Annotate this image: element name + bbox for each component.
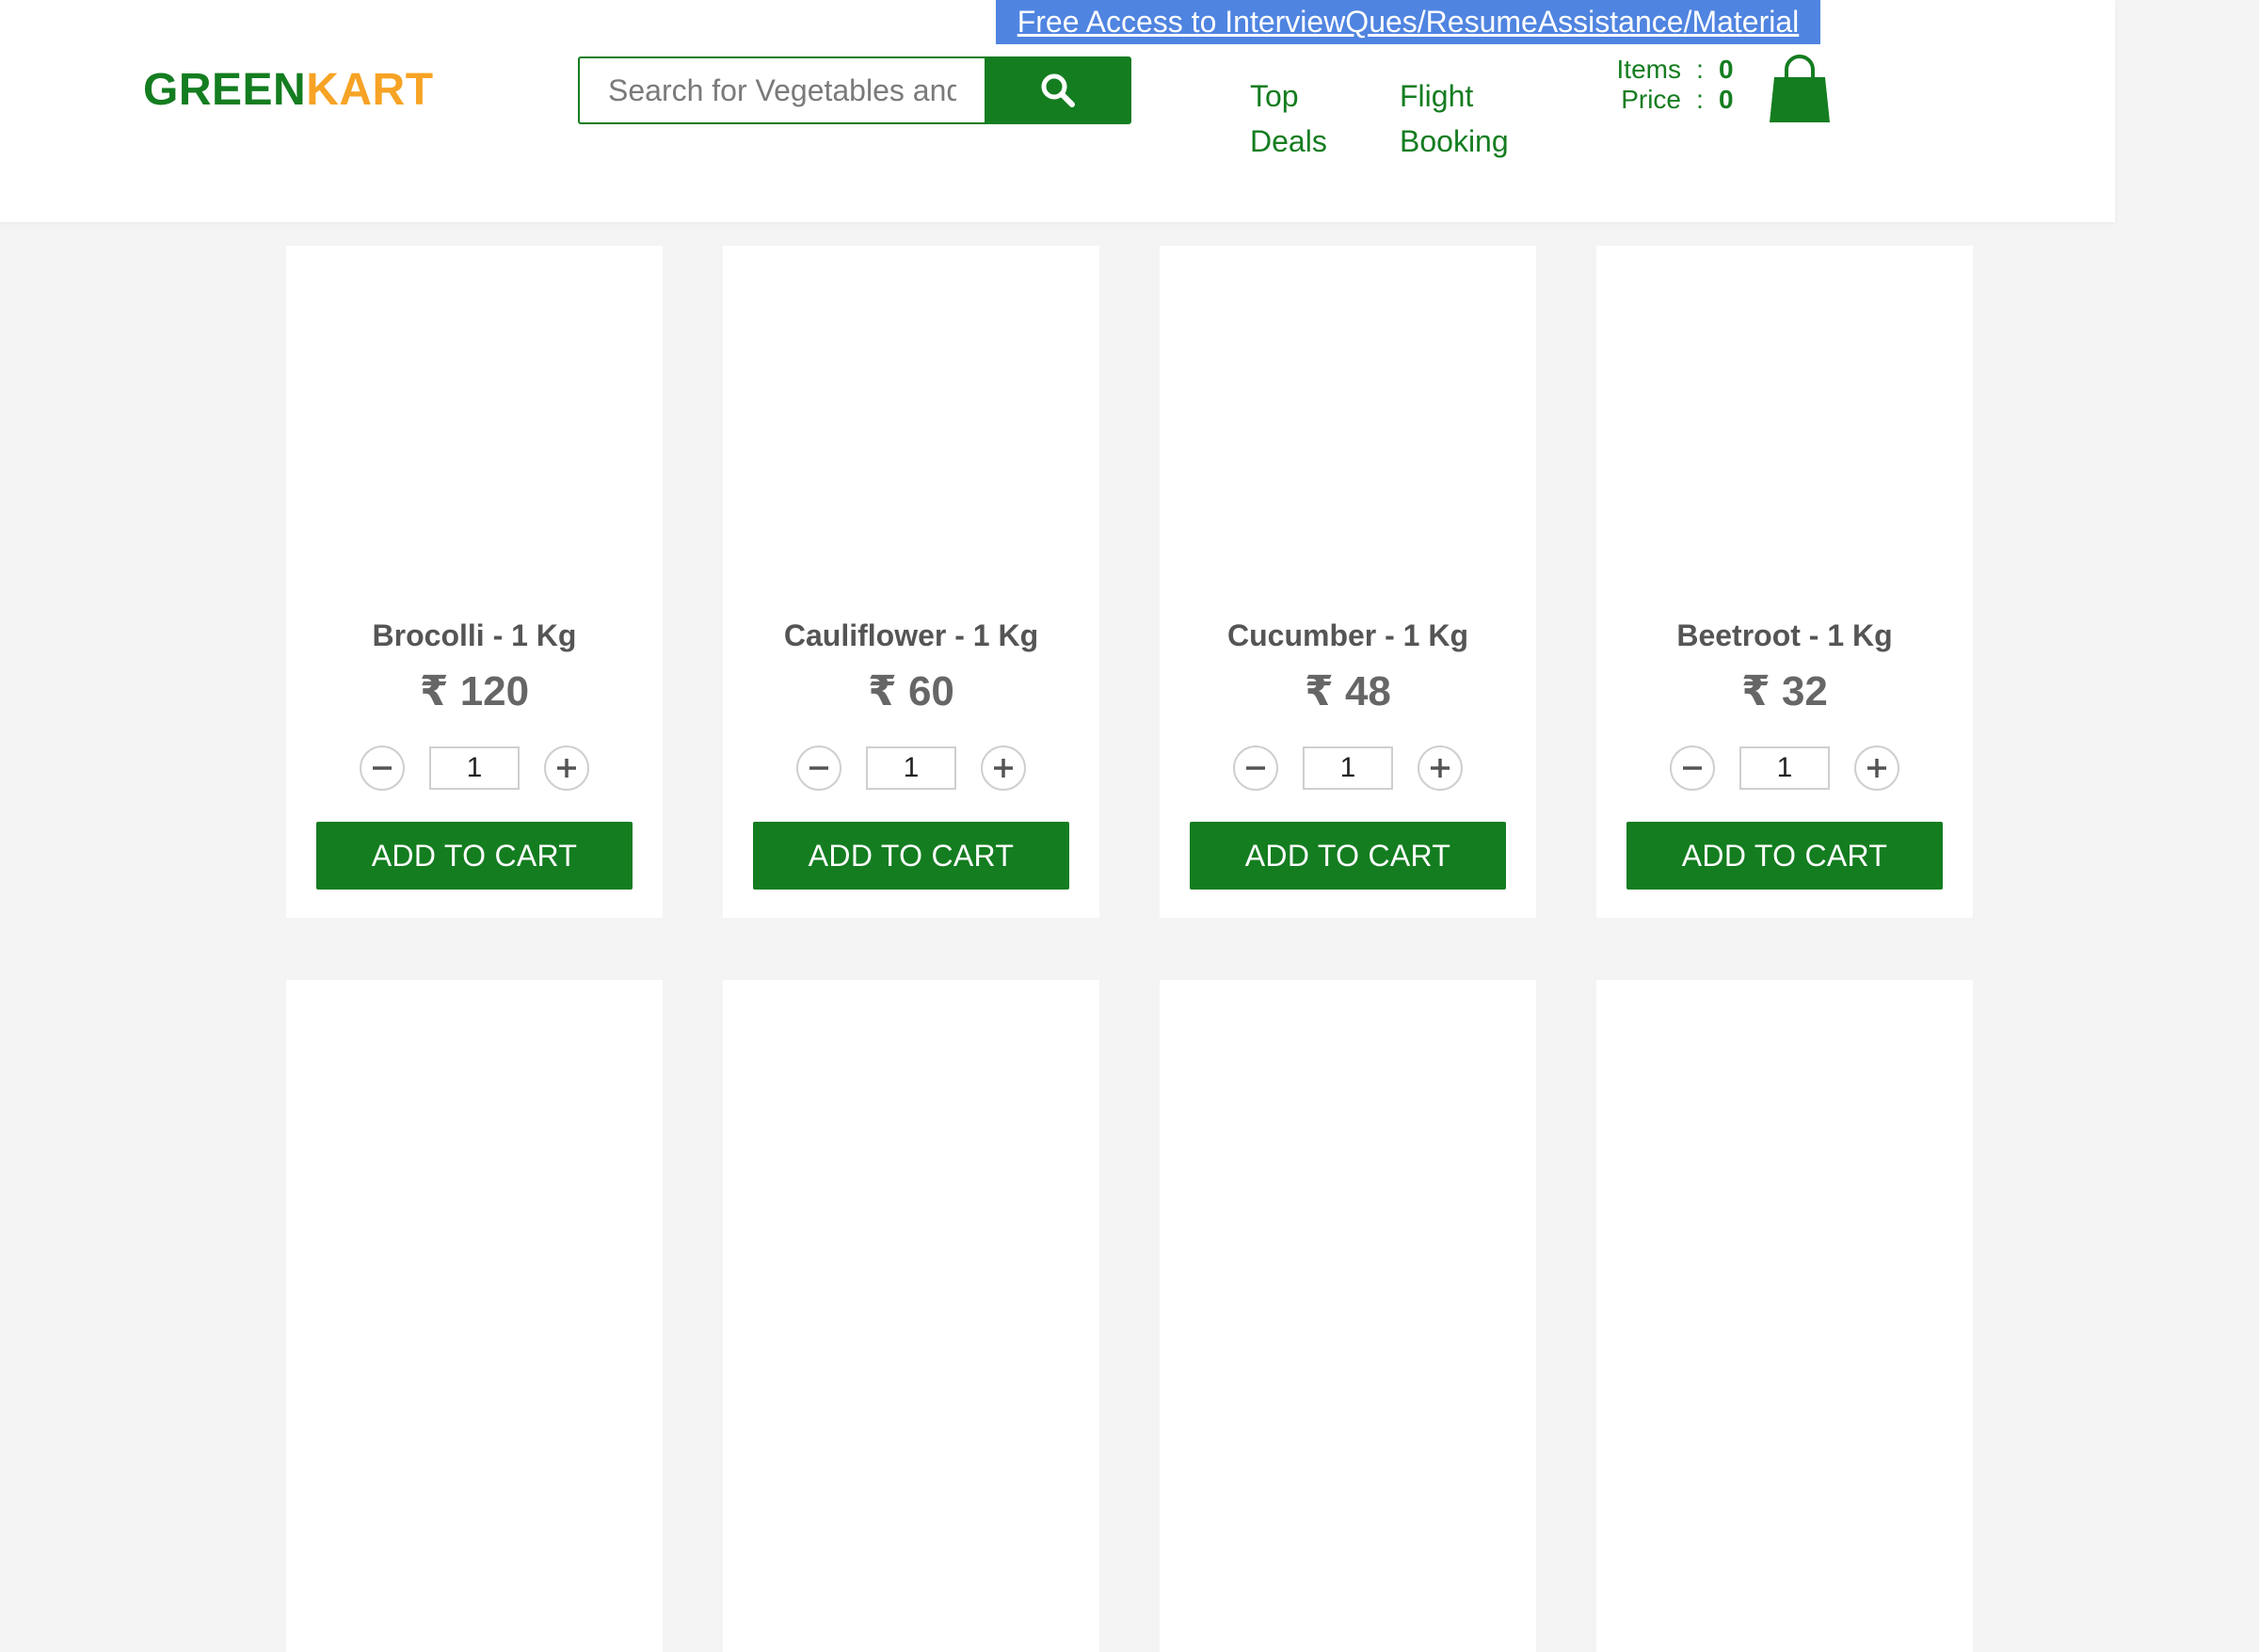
increment-button[interactable] bbox=[544, 746, 589, 791]
product-card bbox=[286, 980, 663, 1652]
product-price: ₹ 60 bbox=[868, 668, 954, 714]
nav-flight-booking[interactable]: Flight Booking bbox=[1400, 73, 1569, 164]
cart-items-separator: : bbox=[1696, 55, 1704, 84]
plus-icon bbox=[994, 759, 1013, 778]
shopping-bag-icon[interactable] bbox=[1768, 55, 1832, 122]
product-image bbox=[286, 980, 663, 1338]
promo-link[interactable]: Free Access to InterviewQues/ResumeAssis… bbox=[1017, 5, 1800, 40]
quantity-stepper bbox=[360, 745, 589, 792]
product-card bbox=[1160, 980, 1536, 1652]
add-to-cart-button[interactable]: ADD TO CART bbox=[316, 822, 633, 890]
cart-items-count: 0 bbox=[1719, 55, 1734, 84]
minus-icon bbox=[1683, 766, 1702, 770]
search-button[interactable] bbox=[985, 56, 1131, 124]
search-form bbox=[578, 56, 1131, 124]
plus-icon bbox=[1867, 759, 1886, 778]
brand-logo-green: GREEN bbox=[143, 65, 307, 115]
quantity-stepper bbox=[1670, 745, 1899, 792]
quantity-input[interactable] bbox=[866, 746, 956, 790]
cart-price-separator: : bbox=[1696, 85, 1704, 114]
product-name: Cauliflower - 1 Kg bbox=[783, 618, 1039, 652]
product-image bbox=[286, 246, 663, 603]
minus-icon bbox=[373, 766, 392, 770]
cart-summary: Items : 0 Price : 0 bbox=[1600, 55, 1739, 115]
product-grid: Brocolli - 1 Kg ₹ 120 ADD TO CART Caulif… bbox=[286, 246, 1973, 1652]
product-image bbox=[1160, 980, 1536, 1338]
product-image bbox=[1596, 980, 1973, 1338]
product-price: ₹ 48 bbox=[1305, 668, 1391, 714]
product-card bbox=[1596, 980, 1973, 1652]
cart-price-value: 0 bbox=[1719, 85, 1734, 114]
product-name: Beetroot - 1 Kg bbox=[1676, 618, 1893, 652]
add-to-cart-button[interactable]: ADD TO CART bbox=[1190, 822, 1506, 890]
brand-logo-orange: KART bbox=[306, 65, 434, 115]
site-header: Free Access to InterviewQues/ResumeAssis… bbox=[0, 0, 2115, 222]
minus-icon bbox=[809, 766, 828, 770]
minus-icon bbox=[1246, 766, 1265, 770]
product-image bbox=[723, 246, 1099, 603]
plus-icon bbox=[557, 759, 576, 778]
product-card: Beetroot - 1 Kg ₹ 32 ADD TO CART bbox=[1596, 246, 1973, 918]
increment-button[interactable] bbox=[1854, 746, 1899, 791]
decrement-button[interactable] bbox=[1670, 746, 1715, 791]
brand-logo: GREENKART bbox=[143, 64, 434, 116]
search-input[interactable] bbox=[578, 56, 985, 124]
product-price: ₹ 32 bbox=[1741, 668, 1828, 714]
search-icon bbox=[1041, 73, 1075, 107]
cart-items-label: Items bbox=[1616, 55, 1681, 84]
quantity-input[interactable] bbox=[1739, 746, 1830, 790]
plus-icon bbox=[1431, 759, 1450, 778]
add-to-cart-button[interactable]: ADD TO CART bbox=[753, 822, 1069, 890]
nav-top-deals[interactable]: Top Deals bbox=[1250, 73, 1354, 164]
cart-price-row: Price : 0 bbox=[1600, 85, 1739, 115]
product-card: Cauliflower - 1 Kg ₹ 60 ADD TO CART bbox=[723, 246, 1099, 918]
product-card bbox=[723, 980, 1099, 1652]
product-image bbox=[1160, 246, 1536, 603]
product-price: ₹ 120 bbox=[419, 668, 530, 714]
increment-button[interactable] bbox=[1418, 746, 1463, 791]
promo-banner: Free Access to InterviewQues/ResumeAssis… bbox=[996, 0, 1820, 44]
product-name: Cucumber - 1 Kg bbox=[1226, 618, 1469, 652]
decrement-button[interactable] bbox=[360, 746, 405, 791]
quantity-input[interactable] bbox=[429, 746, 520, 790]
product-card: Cucumber - 1 Kg ₹ 48 ADD TO CART bbox=[1160, 246, 1536, 918]
quantity-stepper bbox=[796, 745, 1026, 792]
increment-button[interactable] bbox=[981, 746, 1026, 791]
decrement-button[interactable] bbox=[796, 746, 841, 791]
cart-items-row: Items : 0 bbox=[1600, 55, 1739, 85]
quantity-stepper bbox=[1233, 745, 1463, 792]
product-image bbox=[723, 980, 1099, 1338]
add-to-cart-button[interactable]: ADD TO CART bbox=[1626, 822, 1943, 890]
product-name: Brocolli - 1 Kg bbox=[372, 618, 577, 652]
cart-price-label: Price bbox=[1621, 85, 1681, 114]
decrement-button[interactable] bbox=[1233, 746, 1278, 791]
product-card: Brocolli - 1 Kg ₹ 120 ADD TO CART bbox=[286, 246, 663, 918]
quantity-input[interactable] bbox=[1303, 746, 1393, 790]
product-image bbox=[1596, 246, 1973, 603]
